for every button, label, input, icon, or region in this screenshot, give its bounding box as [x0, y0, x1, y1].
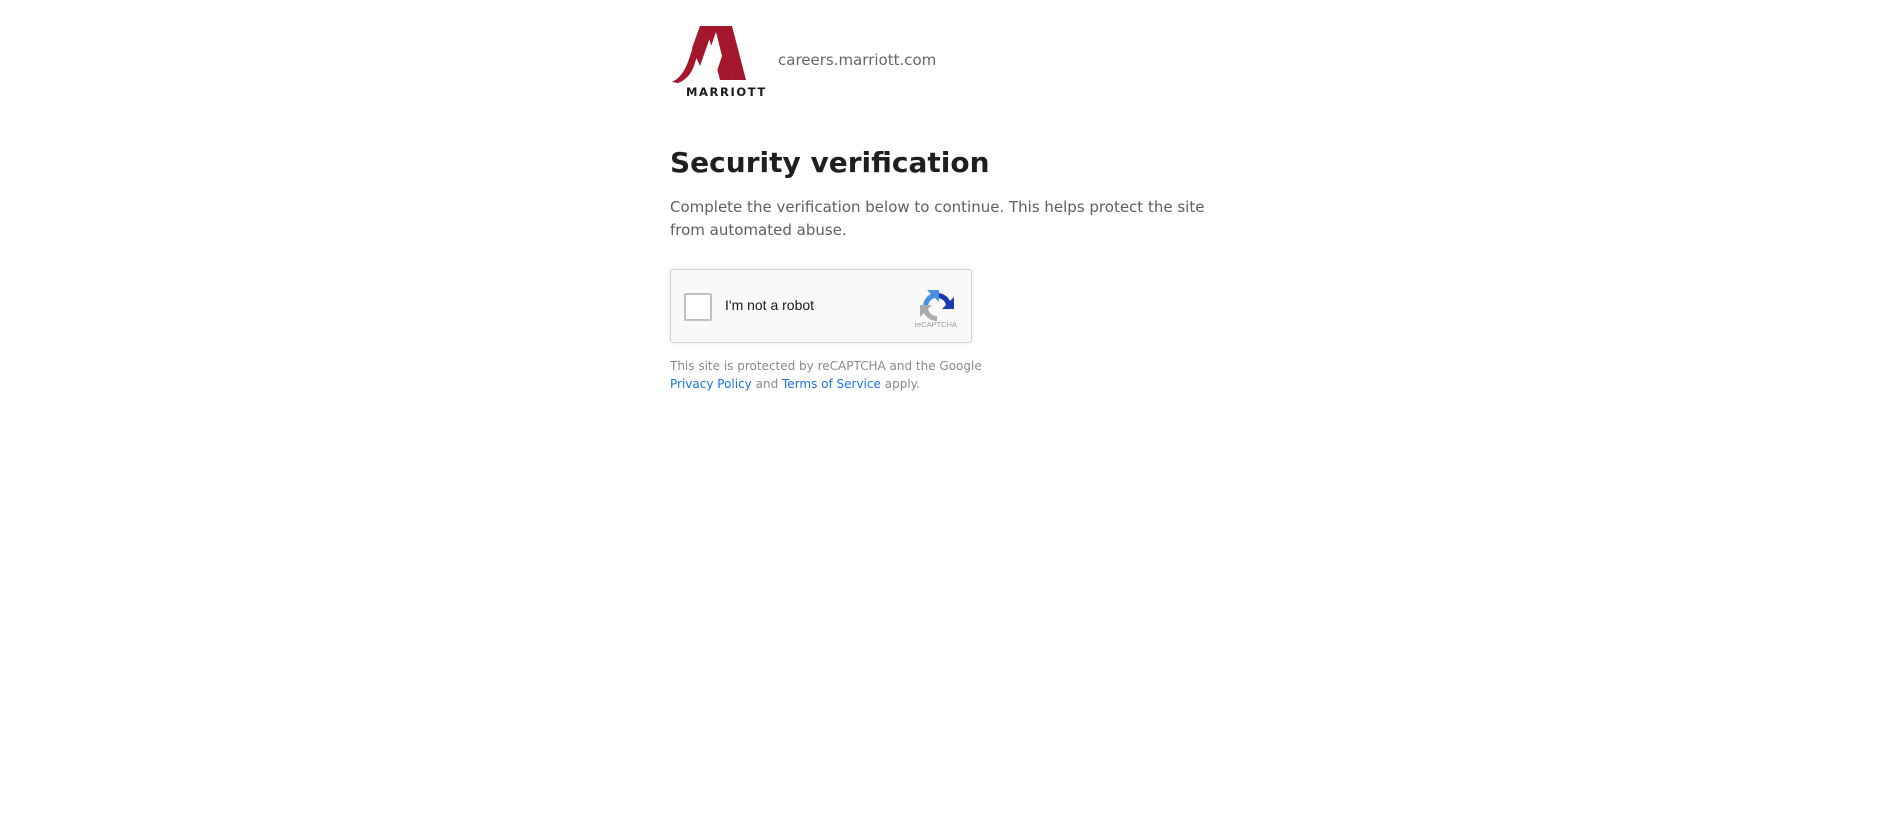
not-robot-checkbox[interactable]: [684, 293, 712, 321]
terms-of-service-link[interactable]: Terms of Service: [782, 377, 881, 391]
recaptcha-badge-text: reCAPTCHA: [914, 320, 957, 329]
logo-wordmark: MARRIOTT: [686, 85, 767, 99]
page-description: Complete the verification below to conti…: [670, 198, 1205, 239]
recaptcha-widget: I'm not a robot reCAPTCHA: [670, 269, 972, 343]
legal-apply: apply.: [884, 377, 920, 391]
legal-notice: This site is protected by reCAPTCHA and …: [670, 357, 982, 393]
marriott-logo: MARRIOTT: [670, 22, 766, 100]
site-domain: careers.marriott.com: [778, 51, 937, 69]
not-robot-label[interactable]: I'm not a robot: [725, 297, 814, 313]
legal-line1: This site is protected by reCAPTCHA and …: [670, 359, 982, 373]
privacy-policy-link[interactable]: Privacy Policy: [670, 377, 752, 391]
legal-and: and: [755, 377, 779, 391]
marriott-m-icon: [672, 26, 746, 83]
page-title: Security verification: [670, 146, 990, 179]
header: MARRIOTT careers.marriott.com: [670, 22, 1230, 102]
